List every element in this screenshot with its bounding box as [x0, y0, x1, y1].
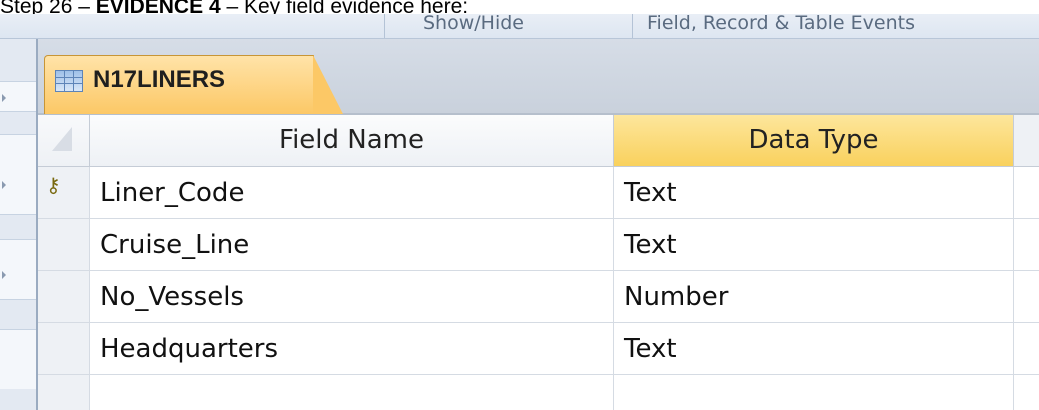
data-type-cell[interactable]: Text [614, 167, 1014, 219]
ribbon-group-label: Field, Record & Table Events [647, 14, 915, 34]
primary-key-icon: ⚷ [46, 173, 61, 197]
nav-expand-icon[interactable] [2, 94, 6, 102]
row-selector[interactable] [38, 323, 90, 375]
row-selector[interactable]: ⚷ [38, 167, 90, 219]
field-name-cell[interactable]: Cruise_Line [90, 219, 614, 271]
column-header-data-type[interactable]: Data Type [614, 115, 1014, 167]
description-cell[interactable] [1014, 167, 1039, 219]
ribbon-group-label: Show/Hide [423, 14, 524, 34]
column-header-description[interactable] [1014, 115, 1039, 167]
field-name-cell[interactable]: Liner_Code [90, 167, 614, 219]
data-type-cell[interactable]: Number [614, 271, 1014, 323]
field-name-cell[interactable] [90, 375, 614, 410]
table-row[interactable]: No_Vessels Number [38, 271, 1039, 323]
row-selector[interactable] [38, 375, 90, 410]
ribbon-group-events[interactable]: Field, Record & Table Events [632, 14, 1039, 38]
table-row[interactable]: Cruise_Line Text [38, 219, 1039, 271]
document-tab-bar: N17LINERS [38, 39, 1039, 115]
row-selector[interactable] [38, 219, 90, 271]
data-type-cell[interactable] [614, 375, 1014, 410]
table-design-grid: Field Name Data Type ⚷ Liner_Code Text C… [38, 115, 1039, 410]
column-header-field-name[interactable]: Field Name [90, 115, 614, 167]
field-name-cell[interactable]: No_Vessels [90, 271, 614, 323]
row-selector[interactable] [38, 271, 90, 323]
description-cell[interactable] [1014, 375, 1039, 410]
table-row[interactable]: Headquarters Text [38, 323, 1039, 375]
ribbon: Show/Hide Field, Record & Table Events [0, 14, 1039, 39]
corner-triangle-icon [52, 127, 72, 151]
description-cell[interactable] [1014, 271, 1039, 323]
nav-arrow-icon[interactable] [2, 181, 6, 189]
table-row[interactable]: ⚷ Liner_Code Text [38, 167, 1039, 219]
table-row-new[interactable] [38, 375, 1039, 410]
data-type-cell[interactable]: Text [614, 219, 1014, 271]
ribbon-group-show-hide[interactable]: Show/Hide [384, 14, 623, 38]
nav-arrow-icon[interactable] [2, 271, 6, 279]
description-cell[interactable] [1014, 323, 1039, 375]
navigation-pane-collapsed[interactable] [0, 39, 38, 410]
table-icon [55, 70, 83, 92]
description-cell[interactable] [1014, 219, 1039, 271]
tab-label: N17LINERS [93, 66, 226, 93]
tab-n17liners[interactable]: N17LINERS [44, 55, 343, 114]
data-type-cell[interactable]: Text [614, 323, 1014, 375]
field-name-cell[interactable]: Headquarters [90, 323, 614, 375]
row-selector-header[interactable] [38, 115, 90, 167]
